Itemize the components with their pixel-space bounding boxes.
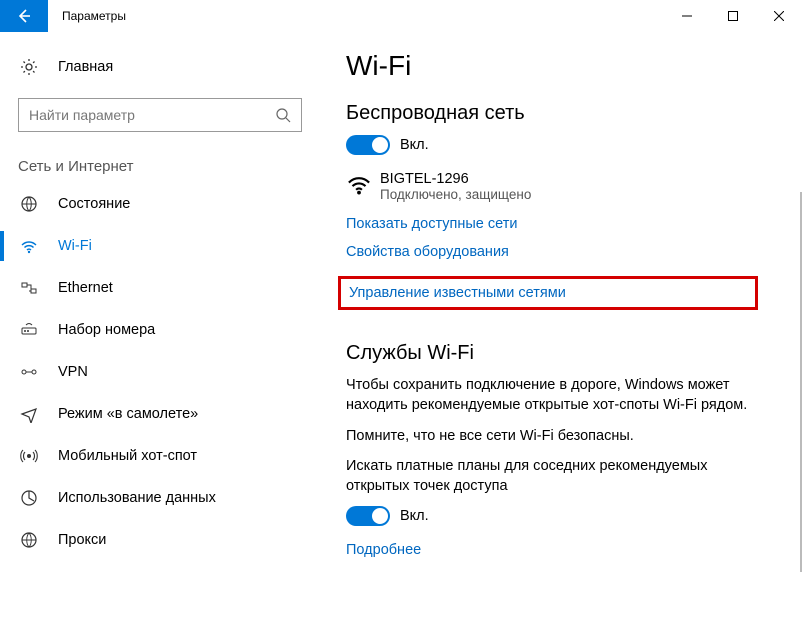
- gear-icon: [18, 58, 40, 76]
- sidebar-item-hotspot[interactable]: Мобильный хот-спот: [0, 435, 320, 477]
- sidebar: Главная Найти параметр Сеть и Интернет С…: [0, 32, 320, 633]
- wireless-heading: Беспроводная сеть: [346, 102, 776, 125]
- services-text-3: Искать платные планы для соседних рекоме…: [346, 456, 766, 497]
- window-title: Параметры: [48, 0, 664, 32]
- sidebar-item-label: Использование данных: [58, 490, 216, 506]
- sidebar-item-airplane[interactable]: Режим «в самолете»: [0, 393, 320, 435]
- sidebar-item-ethernet[interactable]: Ethernet: [0, 267, 320, 309]
- wifi-icon: [18, 237, 40, 255]
- page-title: Wi-Fi: [346, 50, 776, 82]
- search-icon: [275, 107, 291, 123]
- highlight-known-networks: Управление известными сетями: [338, 276, 758, 310]
- sidebar-item-label: Ethernet: [58, 280, 113, 296]
- status-icon: [18, 195, 40, 213]
- services-text-1: Чтобы сохранить подключение в дороге, Wi…: [346, 375, 766, 416]
- maximize-button[interactable]: [710, 0, 756, 32]
- content-pane: Wi-Fi Беспроводная сеть Вкл. BIGTEL-1296…: [320, 32, 802, 633]
- datausage-icon: [18, 489, 40, 507]
- proxy-icon: [18, 531, 40, 549]
- sidebar-item-label: Wi-Fi: [58, 238, 92, 254]
- close-button[interactable]: [756, 0, 802, 32]
- sidebar-item-wifi[interactable]: Wi-Fi: [0, 225, 320, 267]
- dialup-icon: [18, 321, 40, 339]
- link-more[interactable]: Подробнее: [346, 542, 776, 558]
- sidebar-item-proxy[interactable]: Прокси: [0, 519, 320, 561]
- wireless-toggle[interactable]: [346, 135, 390, 155]
- wifi-signal-icon: [346, 171, 380, 197]
- services-heading: Службы Wi-Fi: [346, 342, 776, 365]
- sidebar-item-label: VPN: [58, 364, 88, 380]
- sidebar-item-dialup[interactable]: Набор номера: [0, 309, 320, 351]
- airplane-icon: [18, 405, 40, 423]
- paid-plans-toggle-label: Вкл.: [400, 508, 429, 524]
- sidebar-item-label: Режим «в самолете»: [58, 406, 198, 422]
- search-input[interactable]: Найти параметр: [18, 98, 302, 132]
- sidebar-item-status[interactable]: Состояние: [0, 183, 320, 225]
- ethernet-icon: [18, 279, 40, 297]
- sidebar-item-datausage[interactable]: Использование данных: [0, 477, 320, 519]
- services-text-2: Помните, что не все сети Wi-Fi безопасны…: [346, 426, 766, 446]
- wireless-toggle-label: Вкл.: [400, 137, 429, 153]
- sidebar-item-label: Состояние: [58, 196, 130, 212]
- search-placeholder: Найти параметр: [29, 107, 275, 123]
- sidebar-home[interactable]: Главная: [0, 46, 320, 88]
- link-known-networks[interactable]: Управление известными сетями: [349, 285, 747, 301]
- paid-plans-toggle[interactable]: [346, 506, 390, 526]
- sidebar-section-label: Сеть и Интернет: [0, 140, 320, 183]
- network-name: BIGTEL-1296: [380, 171, 531, 187]
- vpn-icon: [18, 363, 40, 381]
- sidebar-item-label: Набор номера: [58, 322, 155, 338]
- sidebar-item-label: Прокси: [58, 532, 106, 548]
- network-status: Подключено, защищено: [380, 187, 531, 202]
- minimize-button[interactable]: [664, 0, 710, 32]
- hotspot-icon: [18, 447, 40, 465]
- sidebar-item-label: Мобильный хот-спот: [58, 448, 197, 464]
- sidebar-item-vpn[interactable]: VPN: [0, 351, 320, 393]
- back-button[interactable]: [0, 0, 48, 32]
- link-hardware-properties[interactable]: Свойства оборудования: [346, 244, 776, 260]
- link-show-available[interactable]: Показать доступные сети: [346, 216, 776, 232]
- sidebar-home-label: Главная: [58, 59, 113, 75]
- current-network[interactable]: BIGTEL-1296 Подключено, защищено: [346, 171, 776, 202]
